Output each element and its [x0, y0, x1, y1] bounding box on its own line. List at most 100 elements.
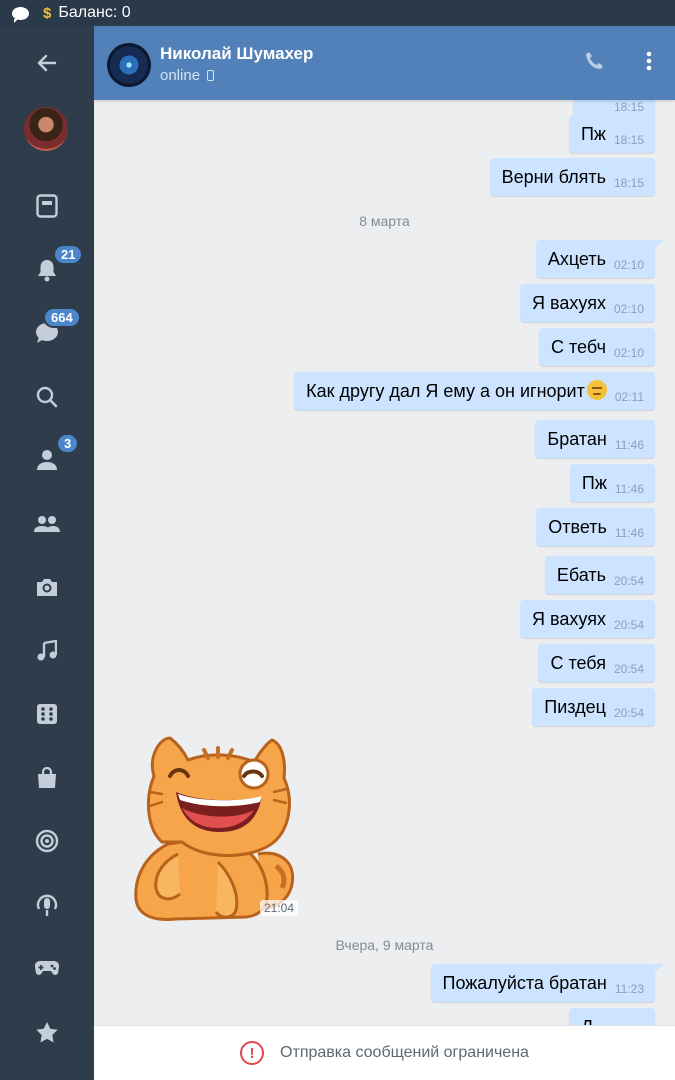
sidebar-item-friends[interactable] [0, 435, 94, 485]
chat-header: Николай Шумахер online [94, 26, 675, 100]
notifications-badge: 21 [53, 244, 84, 265]
message-time: 02:10 [613, 258, 644, 272]
message-text: Я вахуях [532, 608, 606, 629]
message-time: 11:46 [614, 526, 644, 540]
phone-icon [586, 52, 603, 69]
shop-icon [38, 767, 56, 788]
music-icon [37, 640, 57, 661]
camera-icon [37, 579, 57, 596]
back-button[interactable] [0, 38, 94, 88]
message-bubble[interactable]: Ответь 11:46 [536, 508, 655, 546]
message-text: Ахцеть [547, 248, 606, 269]
message-bubble[interactable]: Пж 11:46 [569, 464, 655, 502]
back-arrow-icon [37, 54, 57, 72]
message-time: 11:46 [614, 438, 644, 452]
sidebar-item-news[interactable] [0, 181, 94, 231]
message-bubble[interactable]: Д... [569, 1008, 655, 1025]
call-button[interactable] [580, 46, 610, 76]
bell-icon [38, 260, 56, 282]
date-separator: 8 марта [359, 213, 410, 229]
message-text: Я вахуях [532, 292, 606, 313]
message-text: Ебать [556, 564, 606, 585]
message-bubble[interactable]: С тебч 02:10 [539, 328, 655, 366]
message-time: 18:15 [613, 133, 644, 147]
sidebar-item-communities[interactable] [0, 499, 94, 549]
target-icon [35, 829, 59, 853]
peer-status: online [160, 67, 215, 84]
cat-sticker[interactable] [118, 734, 298, 924]
peer-status-text: online [160, 67, 201, 84]
dollar-icon: $ [43, 4, 52, 22]
sidebar-item-photos[interactable] [0, 562, 94, 612]
message-text: Пж [580, 123, 606, 144]
friends-icon [37, 450, 57, 470]
message-time: 20:54 [613, 706, 644, 720]
sidebar-item-apps[interactable] [0, 689, 94, 739]
message-text: Верни блять [501, 166, 606, 187]
message-bubble[interactable]: Ахцеть 02:10 [535, 240, 665, 278]
message-time: 11:23 [614, 982, 644, 996]
message-text: Пожалуйста братан [442, 972, 607, 993]
message-text: Пж [581, 472, 607, 493]
avatar[interactable] [24, 107, 68, 151]
message-bubble[interactable]: С тебя 20:54 [538, 644, 655, 682]
message-text: С тебя [550, 652, 606, 673]
message-bubble[interactable]: Пиздец 20:54 [532, 688, 655, 726]
sidebar-item-music[interactable] [0, 626, 94, 676]
restriction-text: Отправка сообщений ограничена [280, 1044, 529, 1061]
search-icon [36, 386, 58, 408]
sidebar-item-favorites[interactable] [0, 1007, 94, 1057]
message-bubble[interactable]: Как другу дал Я ему а он игнорит 02:11 [294, 372, 655, 410]
message-text: Ответь [548, 516, 607, 537]
peer-avatar[interactable] [107, 43, 151, 87]
sidebar-item-search[interactable] [0, 372, 94, 422]
games-icon [34, 960, 60, 975]
sidebar-item-shop[interactable] [0, 753, 94, 803]
composer-disabled-notice: ! Отправка сообщений ограничена [94, 1025, 675, 1080]
apps-icon [37, 704, 57, 724]
sticker-time: 21:04 [260, 900, 299, 916]
balance-text: Баланс: 0 [58, 4, 131, 21]
messages-badge: 664 [43, 307, 81, 328]
chat-notification-icon [12, 6, 29, 23]
message-bubble[interactable]: Ебать 20:54 [544, 556, 655, 594]
sidebar-item-podcasts[interactable] [0, 880, 94, 930]
mobile-icon [207, 70, 215, 81]
message-text: Как другу дал Я ему а он игнорит [306, 381, 585, 401]
message-bubble[interactable]: Я вахуях 02:10 [520, 284, 655, 322]
message-text: С тебч [551, 336, 606, 357]
message-time: 18:15 [613, 100, 644, 114]
status-bar: $ Баланс: 0 [0, 0, 675, 26]
more-vertical-icon [646, 51, 652, 71]
friends-badge: 3 [56, 433, 80, 454]
peer-name[interactable]: Николай Шумахер [160, 44, 313, 64]
pensive-face-emoji-icon [586, 380, 607, 400]
message-text: Братан [547, 428, 607, 449]
message-time: 18:15 [613, 176, 644, 190]
date-separator: Вчера, 9 марта [335, 937, 434, 953]
message-time: 02:11 [614, 390, 644, 404]
more-options-button[interactable] [638, 46, 660, 76]
sidebar-item-games[interactable] [0, 943, 94, 993]
newsfeed-icon [36, 194, 58, 218]
message-text: Пиздец [544, 696, 606, 717]
message-time: 02:10 [613, 346, 644, 360]
sidebar-item-target[interactable] [0, 816, 94, 866]
message-text: Д... [581, 1017, 608, 1026]
message-time: 11:46 [614, 482, 644, 496]
message-time: 20:54 [613, 618, 644, 632]
message-list[interactable]: 18:15 Пж 18:15 Верни блять 18:15 8 марта… [94, 100, 675, 1025]
podcast-icon [36, 894, 58, 916]
message-time: 20:54 [613, 574, 644, 588]
message-bubble[interactable]: Верни блять 18:15 [489, 158, 655, 196]
message-bubble[interactable]: Пожалуйста братан 11:23 [430, 964, 665, 1002]
message-time: 02:10 [613, 302, 644, 316]
message-bubble[interactable]: Пж 18:15 [568, 115, 655, 153]
star-icon [36, 1022, 58, 1043]
sidebar: 21 664 3 [0, 26, 94, 1080]
message-bubble[interactable]: Я вахуях 20:54 [520, 600, 655, 638]
warning-icon: ! [240, 1041, 265, 1065]
message-time: 20:54 [613, 662, 644, 676]
message-bubble[interactable]: Братан 11:46 [535, 420, 655, 458]
communities-icon [34, 516, 60, 532]
